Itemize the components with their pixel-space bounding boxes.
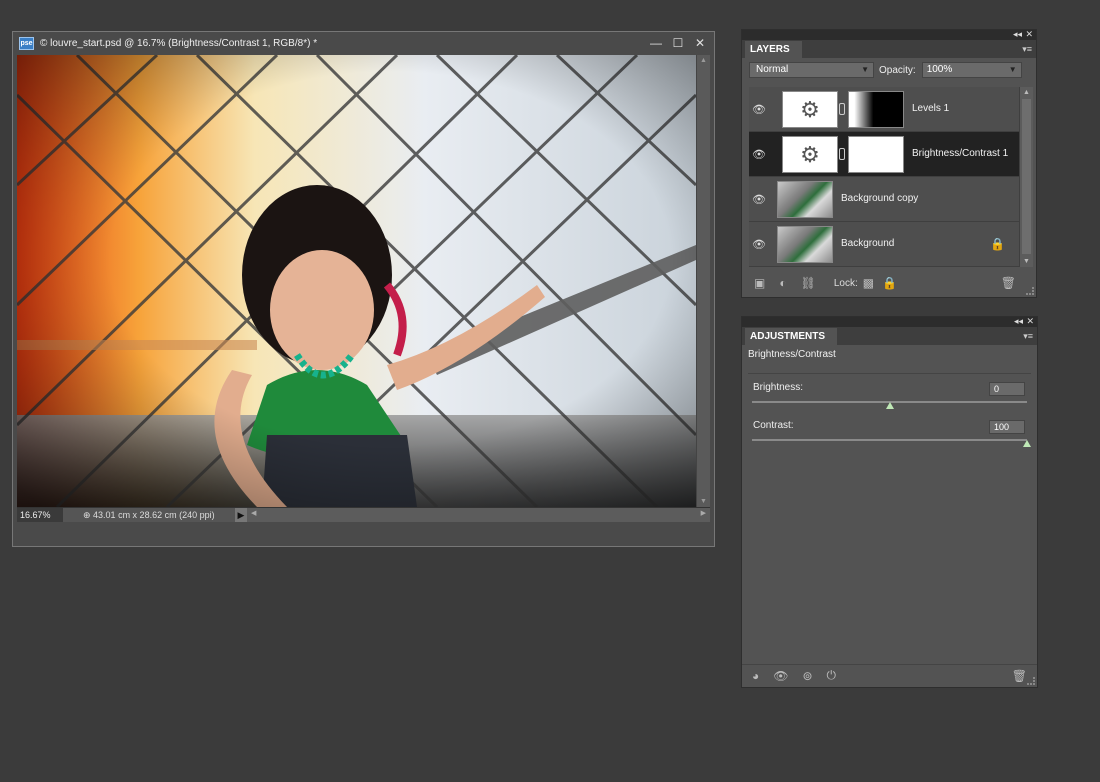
- layer-name: Brightness/Contrast 1: [912, 148, 1009, 159]
- adjustment-layer-icon[interactable]: ◐: [779, 276, 786, 290]
- layer-row-background[interactable]: 👁 Background 🔒: [749, 222, 1019, 267]
- contrast-control: Contrast: 100: [752, 412, 1031, 450]
- collapse-panel-icon[interactable]: ◂◂: [1014, 316, 1023, 327]
- status-menu-arrow-icon[interactable]: ▶: [235, 508, 247, 522]
- eye-icon[interactable]: 👁: [751, 148, 767, 161]
- layer-name: Background copy: [841, 193, 919, 204]
- scroll-left-icon[interactable]: ◀: [251, 509, 256, 517]
- tab-layers[interactable]: LAYERS: [745, 41, 802, 58]
- opacity-field[interactable]: 100% ▼: [921, 62, 1022, 78]
- photo-thumbnail: [777, 226, 833, 263]
- layers-scrollbar[interactable]: ▲ ▼: [1019, 87, 1033, 267]
- horizontal-scrollbar[interactable]: ◀ ▶: [247, 508, 710, 522]
- document-title: © louvre_start.psd @ 16.7% (Brightness/C…: [40, 38, 318, 49]
- contrast-slider-knob[interactable]: [1023, 440, 1031, 447]
- collapse-panel-icon[interactable]: ◂◂: [1013, 29, 1022, 40]
- toggle-visibility-icon[interactable]: 👁: [773, 669, 788, 683]
- link-icon[interactable]: [839, 103, 845, 115]
- app-badge-icon: pse: [19, 37, 34, 50]
- zoom-field[interactable]: 16.67%: [17, 508, 63, 522]
- resize-grip-icon[interactable]: [1026, 287, 1034, 295]
- brightness-input[interactable]: 0: [989, 382, 1025, 396]
- panel-menu-icon[interactable]: ▾≡: [1023, 331, 1033, 342]
- link-layers-icon[interactable]: ⛓: [801, 276, 816, 290]
- scroll-down-icon[interactable]: ▼: [700, 498, 707, 505]
- layer-name: Levels 1: [912, 103, 950, 114]
- opacity-value: 100%: [926, 64, 953, 75]
- view-previous-icon[interactable]: ⊚: [802, 669, 812, 683]
- layer-row-levels[interactable]: 👁 ⚙ Levels 1: [749, 87, 1019, 132]
- panel-menu-icon[interactable]: ▾≡: [1022, 44, 1032, 55]
- scroll-thumb[interactable]: [1022, 99, 1031, 254]
- brightness-label: Brightness:: [753, 382, 804, 393]
- layer-row-brightness-contrast[interactable]: 👁 ⚙ Brightness/Contrast 1: [749, 132, 1019, 177]
- layer-row-background-copy[interactable]: 👁 Background copy: [749, 177, 1019, 222]
- close-icon[interactable]: ✕: [694, 36, 706, 50]
- status-bar: 16.67% ⊕ 43.01 cm x 28.62 cm (240 ppi) ▶…: [17, 507, 710, 522]
- image-canvas[interactable]: [17, 55, 696, 507]
- chevron-down-icon: ▼: [861, 65, 869, 74]
- panel-header-bar[interactable]: ◂◂ ✕: [742, 316, 1037, 327]
- scroll-up-icon[interactable]: ▲: [1023, 89, 1030, 96]
- chevron-down-icon: ▼: [1008, 65, 1017, 74]
- adjustment-thumbnail-icon: ⚙: [782, 91, 838, 128]
- layer-mask-thumbnail[interactable]: [848, 136, 904, 173]
- layer-name: Background: [841, 238, 895, 249]
- clip-to-layer-icon[interactable]: ◕: [752, 669, 759, 683]
- eye-icon[interactable]: 👁: [751, 238, 767, 251]
- lock-transparency-icon[interactable]: ▩: [863, 276, 874, 290]
- document-size: ⊕ 43.01 cm x 28.62 cm (240 ppi): [83, 509, 215, 520]
- photo-thumbnail: [777, 181, 833, 218]
- close-panel-icon[interactable]: ✕: [1026, 316, 1034, 327]
- tab-adjustments[interactable]: ADJUSTMENTS: [745, 328, 838, 345]
- trash-icon[interactable]: 🗑: [1001, 276, 1016, 290]
- contrast-input[interactable]: 100: [989, 420, 1025, 434]
- link-icon[interactable]: [839, 148, 845, 160]
- lock-all-icon[interactable]: 🔒: [882, 276, 897, 290]
- document-title-bar[interactable]: pse © louvre_start.psd @ 16.7% (Brightne…: [13, 32, 714, 55]
- layers-footer: ▣ ◐ ⛓ Lock: ▩ 🔒 🗑: [742, 270, 1036, 296]
- contrast-label: Contrast:: [753, 420, 794, 431]
- lock-label: Lock:: [833, 277, 858, 289]
- adjustments-footer: ◕ 👁 ⊚ ⏻ 🗑: [742, 664, 1037, 686]
- blend-mode-value: Normal: [756, 64, 789, 75]
- layer-mask-thumbnail[interactable]: [848, 91, 904, 128]
- layers-panel: ◂◂ ✕ LAYERS ▾≡ Normal ▼ Opacity: 100% ▼ …: [741, 29, 1037, 298]
- eye-icon[interactable]: 👁: [751, 193, 767, 206]
- maximize-icon[interactable]: ☐: [672, 36, 684, 50]
- layer-list: 👁 ⚙ Levels 1 👁 ⚙ Brightness/Contrast 1 👁…: [749, 87, 1019, 267]
- lock-icon: 🔒: [990, 237, 1005, 251]
- resize-grip-icon[interactable]: [1027, 677, 1035, 685]
- scroll-right-icon[interactable]: ▶: [701, 509, 706, 517]
- louvre-photo: [17, 55, 696, 507]
- brightness-control: Brightness: 0: [752, 374, 1027, 412]
- close-panel-icon[interactable]: ✕: [1025, 29, 1033, 40]
- scroll-down-icon[interactable]: ▼: [1023, 258, 1030, 265]
- minimize-icon[interactable]: —: [650, 36, 662, 50]
- adjustment-thumbnail-icon: ⚙: [782, 136, 838, 173]
- adjustment-title: Brightness/Contrast: [748, 349, 836, 360]
- new-layer-icon[interactable]: ▣: [754, 276, 765, 290]
- contrast-slider-track[interactable]: [752, 439, 1027, 441]
- document-window[interactable]: pse © louvre_start.psd @ 16.7% (Brightne…: [12, 31, 715, 547]
- blend-mode-select[interactable]: Normal ▼: [749, 62, 874, 78]
- adjustments-panel: ◂◂ ✕ ADJUSTMENTS ▾≡ Brightness/Contrast …: [741, 316, 1038, 688]
- trash-icon[interactable]: 🗑: [1012, 669, 1027, 683]
- vertical-scrollbar[interactable]: ▲ ▼: [696, 55, 710, 507]
- eye-icon[interactable]: 👁: [751, 103, 767, 116]
- reset-icon[interactable]: ⏻: [827, 668, 837, 683]
- scroll-up-icon[interactable]: ▲: [700, 57, 707, 64]
- panel-header-bar[interactable]: ◂◂ ✕: [742, 29, 1036, 40]
- brightness-slider-knob[interactable]: [885, 402, 894, 409]
- opacity-label: Opacity:: [879, 64, 916, 76]
